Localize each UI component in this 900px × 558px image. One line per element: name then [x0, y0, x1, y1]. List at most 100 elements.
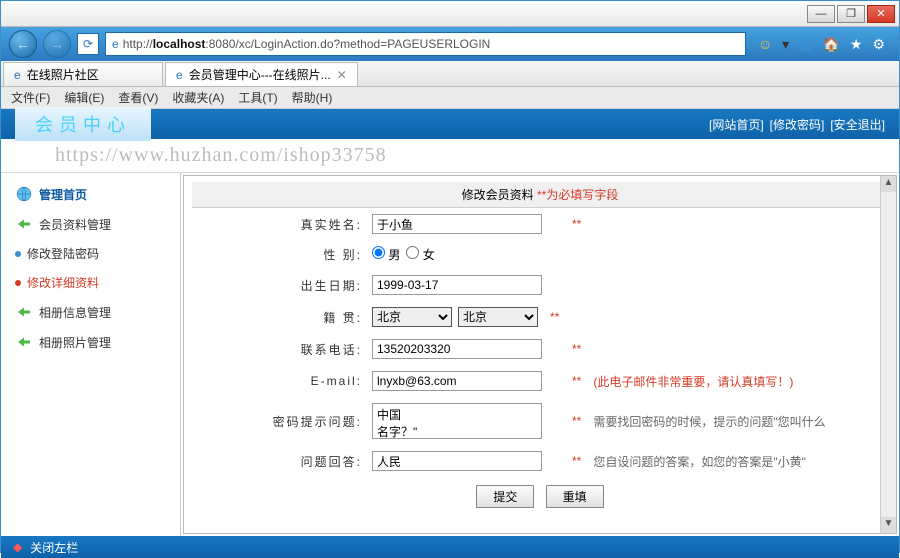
- label-birth: 出生日期:: [192, 277, 372, 294]
- window-titlebar: — ❐ ✕: [1, 1, 899, 27]
- input-phone[interactable]: [372, 339, 542, 359]
- dropdown-icon[interactable]: ▾: [782, 36, 789, 53]
- ie-icon: e: [112, 37, 119, 51]
- form-title: 修改会员资料 **为必填写字段: [192, 182, 888, 208]
- close-button[interactable]: ✕: [867, 5, 895, 23]
- site-logo: 会员中心: [15, 107, 151, 141]
- submit-button[interactable]: 提交: [476, 485, 534, 508]
- label-question: 密码提示问题:: [192, 413, 372, 430]
- watermark: https://www.huzhan.com/ishop33758: [1, 139, 899, 173]
- refresh-button[interactable]: ⟳: [77, 33, 99, 55]
- menu-tools[interactable]: 工具(T): [238, 89, 277, 106]
- link-logout[interactable]: [安全退出]: [830, 116, 885, 133]
- footer-bar: ◆ 关闭左栏: [1, 536, 899, 558]
- radio-male[interactable]: [372, 246, 385, 259]
- label-email: E-mail:: [192, 374, 372, 388]
- diamond-icon: ◆: [13, 540, 22, 554]
- sidebar-item-detail[interactable]: 修改详细资料: [7, 268, 174, 297]
- link-home[interactable]: [网站首页]: [709, 116, 764, 133]
- required-star: **: [572, 454, 581, 468]
- close-tab-icon[interactable]: ✕: [337, 68, 347, 82]
- row-place: 籍 贯: 北京 北京 **: [192, 301, 888, 333]
- tab-label: 在线照片社区: [27, 66, 99, 83]
- input-name[interactable]: [372, 214, 542, 234]
- sidebar-head[interactable]: 管理首页: [7, 179, 174, 209]
- radio-female[interactable]: [406, 246, 419, 259]
- sidebar-item-album-info[interactable]: 相册信息管理: [7, 297, 174, 327]
- row-gender: 性 别: 男 女: [192, 240, 888, 269]
- sidebar-item-profile[interactable]: 会员资料管理: [7, 209, 174, 239]
- row-email: E-mail: **(此电子邮件非常重要，请认真填写！): [192, 365, 888, 397]
- sidebar-label: 相册信息管理: [39, 304, 111, 321]
- maximize-button[interactable]: ❐: [837, 5, 865, 23]
- tab-member-center[interactable]: e会员管理中心---在线照片...✕: [165, 62, 358, 86]
- form-buttons: 提交 重填: [192, 477, 888, 516]
- sidebar-label: 修改登陆密码: [27, 245, 99, 262]
- page-header: 会员中心 [网站首页] [修改密码] [安全退出]: [1, 109, 899, 139]
- sidebar-label: 相册照片管理: [39, 334, 111, 351]
- tab-community[interactable]: e在线照片社区: [3, 62, 163, 86]
- row-name: 真实姓名: **: [192, 208, 888, 240]
- sidebar-item-album-photo[interactable]: 相册照片管理: [7, 327, 174, 357]
- arrow-icon: [15, 303, 33, 321]
- label-name: 真实姓名:: [192, 216, 372, 233]
- row-question: 密码提示问题: ** 需要找回密码的时候，提示的问题"您叫什么: [192, 397, 888, 445]
- label-answer: 问题回答:: [192, 453, 372, 470]
- link-password[interactable]: [修改密码]: [770, 116, 825, 133]
- menu-bar: 文件(F) 编辑(E) 查看(V) 收藏夹(A) 工具(T) 帮助(H): [1, 87, 899, 109]
- input-question[interactable]: [372, 403, 542, 439]
- input-birth[interactable]: [372, 275, 542, 295]
- arrow-icon: [15, 215, 33, 233]
- radio-female-label: 女: [423, 248, 435, 262]
- scroll-up-icon[interactable]: ▲: [881, 176, 896, 192]
- select-city[interactable]: 北京: [458, 307, 538, 327]
- required-star: **: [572, 342, 581, 356]
- browser-navbar: ← → ⟳ e http://localhost:8080/xc/LoginAc…: [1, 27, 899, 61]
- row-phone: 联系电话: **: [192, 333, 888, 365]
- url-rest: :8080/xc/LoginAction.do?method=PAGEUSERL…: [205, 37, 490, 51]
- required-legend: **为必填写字段: [537, 188, 618, 202]
- forward-button[interactable]: →: [43, 30, 71, 58]
- label-place: 籍 贯:: [192, 309, 372, 326]
- sidebar-item-password[interactable]: 修改登陆密码: [7, 239, 174, 268]
- content-area: 管理首页 会员资料管理 修改登陆密码 修改详细资料 相册信息管理 相册照片管理 …: [1, 173, 899, 536]
- home-icon[interactable]: 🏠: [822, 36, 839, 53]
- input-email[interactable]: [372, 371, 542, 391]
- required-star: **: [572, 414, 581, 428]
- radio-female-wrap[interactable]: 女: [406, 246, 434, 263]
- hint-question: 需要找回密码的时候，提示的问题"您叫什么: [593, 413, 825, 430]
- header-links: [网站首页] [修改密码] [安全退出]: [709, 116, 885, 133]
- row-answer: 问题回答: **您自设问题的答案，如您的答案是"小黄": [192, 445, 888, 477]
- globe-icon: [15, 185, 33, 203]
- gear-icon[interactable]: ⚙: [872, 36, 885, 53]
- menu-view[interactable]: 查看(V): [118, 89, 158, 106]
- menu-favorites[interactable]: 收藏夹(A): [172, 89, 224, 106]
- scroll-down-icon[interactable]: ▼: [881, 517, 896, 533]
- menu-file[interactable]: 文件(F): [11, 89, 50, 106]
- url-bar[interactable]: e http://localhost:8080/xc/LoginAction.d…: [105, 32, 746, 56]
- required-star: **: [572, 217, 581, 231]
- sidebar-label: 管理首页: [39, 186, 87, 203]
- sidebar: 管理首页 会员资料管理 修改登陆密码 修改详细资料 相册信息管理 相册照片管理: [1, 173, 181, 536]
- url-scheme: http://: [123, 37, 153, 51]
- menu-edit[interactable]: 编辑(E): [64, 89, 104, 106]
- hint-email: (此电子邮件非常重要，请认真填写！): [593, 373, 793, 390]
- star-icon[interactable]: ★: [850, 36, 863, 53]
- radio-male-wrap[interactable]: 男: [372, 246, 400, 263]
- scrollbar[interactable]: ▲ ▼: [880, 176, 896, 533]
- required-star: **: [550, 310, 559, 324]
- radio-male-label: 男: [388, 248, 400, 262]
- menu-help[interactable]: 帮助(H): [292, 89, 333, 106]
- select-province[interactable]: 北京: [372, 307, 452, 327]
- input-answer[interactable]: [372, 451, 542, 471]
- row-birth: 出生日期:: [192, 269, 888, 301]
- ie-icon: e: [176, 68, 183, 82]
- form-title-text: 修改会员资料: [462, 188, 534, 202]
- emoji-icon[interactable]: ☺: [758, 36, 772, 52]
- back-button[interactable]: ←: [9, 30, 37, 58]
- bullet-icon: [15, 280, 21, 286]
- sync-icon[interactable]: ▤: [799, 36, 812, 53]
- reset-button[interactable]: 重填: [546, 485, 604, 508]
- minimize-button[interactable]: —: [807, 5, 835, 23]
- main-panel: 修改会员资料 **为必填写字段 真实姓名: ** 性 别: 男 女 出生日期: …: [183, 175, 897, 534]
